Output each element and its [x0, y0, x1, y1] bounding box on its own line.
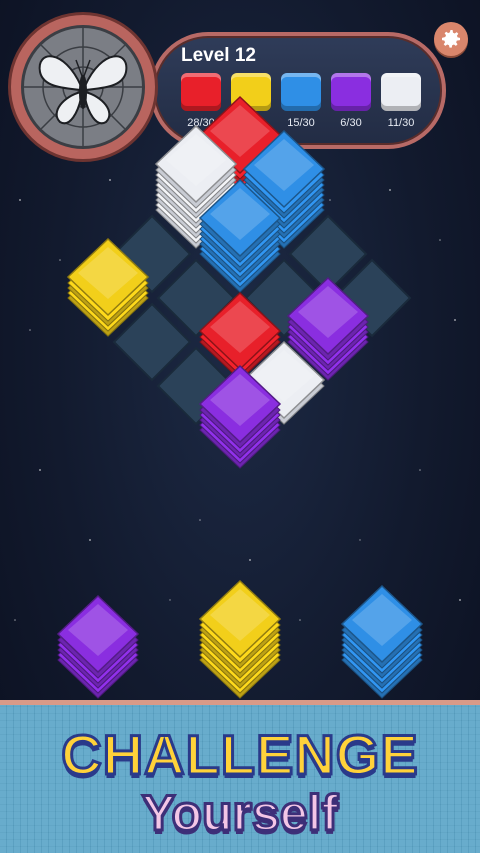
banner-title: CHALLENGE: [60, 722, 419, 788]
tray-stack-3[interactable]: [340, 584, 424, 699]
tray-stack-1[interactable]: [56, 594, 140, 699]
tray-stack-2[interactable]: [198, 579, 282, 699]
banner-subtitle: Yourself: [140, 784, 339, 843]
game-board: [56, 95, 424, 699]
